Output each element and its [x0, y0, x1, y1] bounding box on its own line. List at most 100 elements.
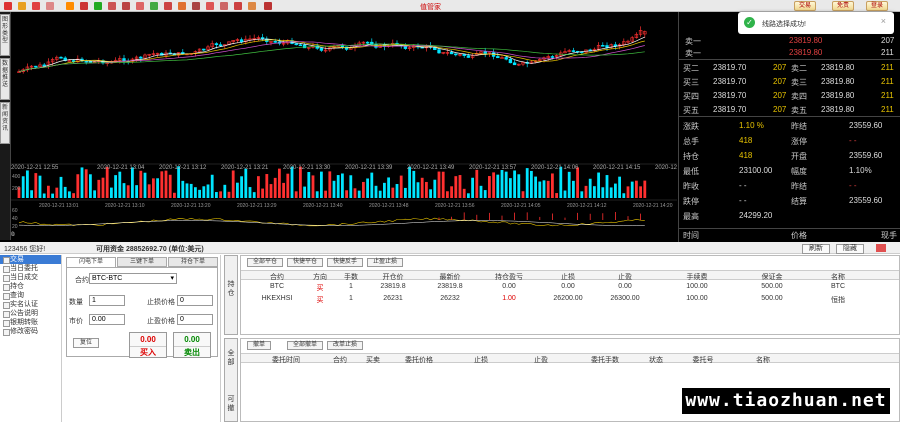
volume-bar [471, 177, 474, 198]
column-header[interactable]: 止损 [539, 272, 597, 282]
hide-button[interactable]: 隐藏 [836, 244, 864, 254]
tree-item[interactable]: 当日成交 [0, 273, 61, 282]
column-header[interactable]: 合约 [321, 355, 359, 365]
candle-body [294, 43, 298, 46]
volume-bar [521, 191, 525, 198]
candle-body [365, 41, 370, 44]
column-header[interactable]: 手数 [337, 272, 365, 282]
volume-bar [542, 180, 546, 198]
tab-news[interactable]: 新闻资讯 [0, 102, 10, 144]
column-header[interactable]: 止损 [451, 355, 511, 365]
sound-icon[interactable] [248, 2, 256, 10]
candle-body [273, 41, 277, 43]
exit-icon[interactable] [264, 2, 272, 10]
login-button[interactable]: 登录 [866, 1, 889, 11]
tab-position-order[interactable]: 持仓下单 [168, 257, 218, 267]
kline-chart[interactable]: 2020-12-21 12:55 2020-12-21 13:04 2020-12-… [11, 12, 677, 240]
stop-profit-loss-button[interactable]: 止盈止损 [367, 258, 404, 267]
contract-select[interactable]: BTC-BTC ▾ [89, 273, 177, 284]
column-header[interactable]: 持仓盈亏 [479, 272, 539, 282]
volume-bar [231, 170, 235, 198]
buy-button[interactable]: 0.00 买入 [129, 332, 167, 358]
tree-item[interactable]: 实名认证 [0, 300, 61, 309]
quick-reverse-button[interactable]: 快捷反手 [327, 258, 364, 267]
table-cell: 0.00 [618, 283, 632, 290]
column-header[interactable]: 委托价格 [387, 355, 451, 365]
quick-close-button[interactable]: 快捷平仓 [287, 258, 324, 267]
chart-icon[interactable] [80, 2, 88, 10]
print-icon[interactable] [192, 2, 200, 10]
column-header[interactable]: 委托号 [673, 355, 733, 365]
sell-button[interactable]: 0.00 卖出 [173, 332, 211, 358]
volume-bar [500, 170, 504, 198]
disclaimer-button[interactable]: 免责 [832, 1, 855, 11]
refresh-icon[interactable] [150, 2, 158, 10]
volume-bar [546, 180, 550, 198]
volume-bar [206, 184, 210, 198]
position-row[interactable]: HKEXHSI 买 1 26231 26232 1.00 26200.00 26300.00 1… [241, 294, 899, 306]
reset-button[interactable]: 复位 [73, 338, 100, 348]
price-input[interactable]: 0.00 [89, 314, 125, 325]
search-icon[interactable] [66, 2, 74, 10]
help-icon[interactable] [220, 2, 228, 10]
settings-icon[interactable] [136, 2, 144, 10]
tab-chart-type[interactable]: 图形类型 [0, 14, 10, 56]
column-header[interactable]: 状态 [639, 355, 673, 365]
trade-button[interactable]: 交易 [794, 1, 817, 11]
candle-body [496, 56, 500, 59]
column-header[interactable]: 买卖 [359, 355, 387, 365]
volume-bar [63, 186, 67, 198]
quantity-input[interactable]: 1 [89, 295, 125, 306]
panel-toggle-icon[interactable] [876, 244, 886, 252]
tree-item[interactable]: 交易 [0, 255, 61, 264]
tree-item[interactable]: 银期转账 [0, 318, 61, 327]
cancel-all-button[interactable]: 全部撤单 [287, 341, 324, 350]
lock-icon[interactable] [164, 2, 172, 10]
column-header[interactable]: 最新价 [421, 272, 479, 282]
column-header[interactable]: 名称 [803, 272, 873, 282]
column-header[interactable]: 委托手数 [571, 355, 639, 365]
refresh-button[interactable]: 刷新 [802, 244, 830, 254]
forward-icon[interactable] [18, 2, 26, 10]
column-header[interactable]: 保证金 [741, 272, 803, 282]
zoom-in-icon[interactable] [32, 2, 40, 10]
tree-item[interactable]: 当日委托 [0, 264, 61, 273]
volume-bar [261, 188, 264, 198]
bell-icon[interactable] [178, 2, 186, 10]
tree-item[interactable]: 持仓 [0, 282, 61, 291]
candle-body [601, 45, 605, 47]
column-header[interactable]: 止盈 [597, 272, 653, 282]
orders-side-tab[interactable]: 全部 可撤 [224, 338, 238, 422]
tab-data-push[interactable]: 数据推送 [0, 58, 10, 100]
user-icon[interactable] [234, 2, 242, 10]
tab-three-key-order[interactable]: 三键下单 [117, 257, 167, 267]
zoom-out-icon[interactable] [46, 2, 54, 10]
close-all-button[interactable]: 全部平仓 [247, 258, 284, 267]
column-header[interactable]: 合约 [251, 272, 303, 282]
column-header[interactable]: 委托时间 [251, 355, 321, 365]
column-header[interactable]: 方向 [303, 272, 337, 282]
stop-loss-input[interactable]: 0 [177, 295, 213, 306]
tab-flash-order[interactable]: 闪电下单 [66, 257, 116, 267]
volume-bar [446, 191, 449, 198]
indicator-icon[interactable] [108, 2, 116, 10]
back-icon[interactable] [4, 2, 12, 10]
column-header[interactable]: 开仓价 [365, 272, 421, 282]
column-header[interactable]: 手续费 [653, 272, 741, 282]
orders-side-label-cancelable: 可撤 [227, 396, 235, 412]
tree-item[interactable]: 公告说明 [0, 309, 61, 318]
flag-icon[interactable] [122, 2, 130, 10]
tree-item[interactable]: 修改密码 [0, 327, 61, 336]
kline-icon[interactable] [94, 2, 102, 10]
modify-stop-button[interactable]: 改单止损 [327, 341, 364, 350]
tree-item[interactable]: 查询 [0, 291, 61, 300]
take-profit-input[interactable]: 0 [177, 314, 213, 325]
column-header[interactable]: 名称 [733, 355, 793, 365]
close-icon[interactable]: × [881, 16, 886, 26]
layout-icon[interactable] [206, 2, 214, 10]
position-row[interactable]: BTC 买 1 23819.8 23819.8 0.00 0.00 0.00 100.00 500… [241, 282, 899, 294]
cancel-order-button[interactable]: 撤单 [247, 341, 272, 350]
positions-side-tab[interactable]: 持仓 [224, 255, 238, 335]
column-header[interactable]: 止盈 [511, 355, 571, 365]
volume-bar [173, 192, 176, 198]
